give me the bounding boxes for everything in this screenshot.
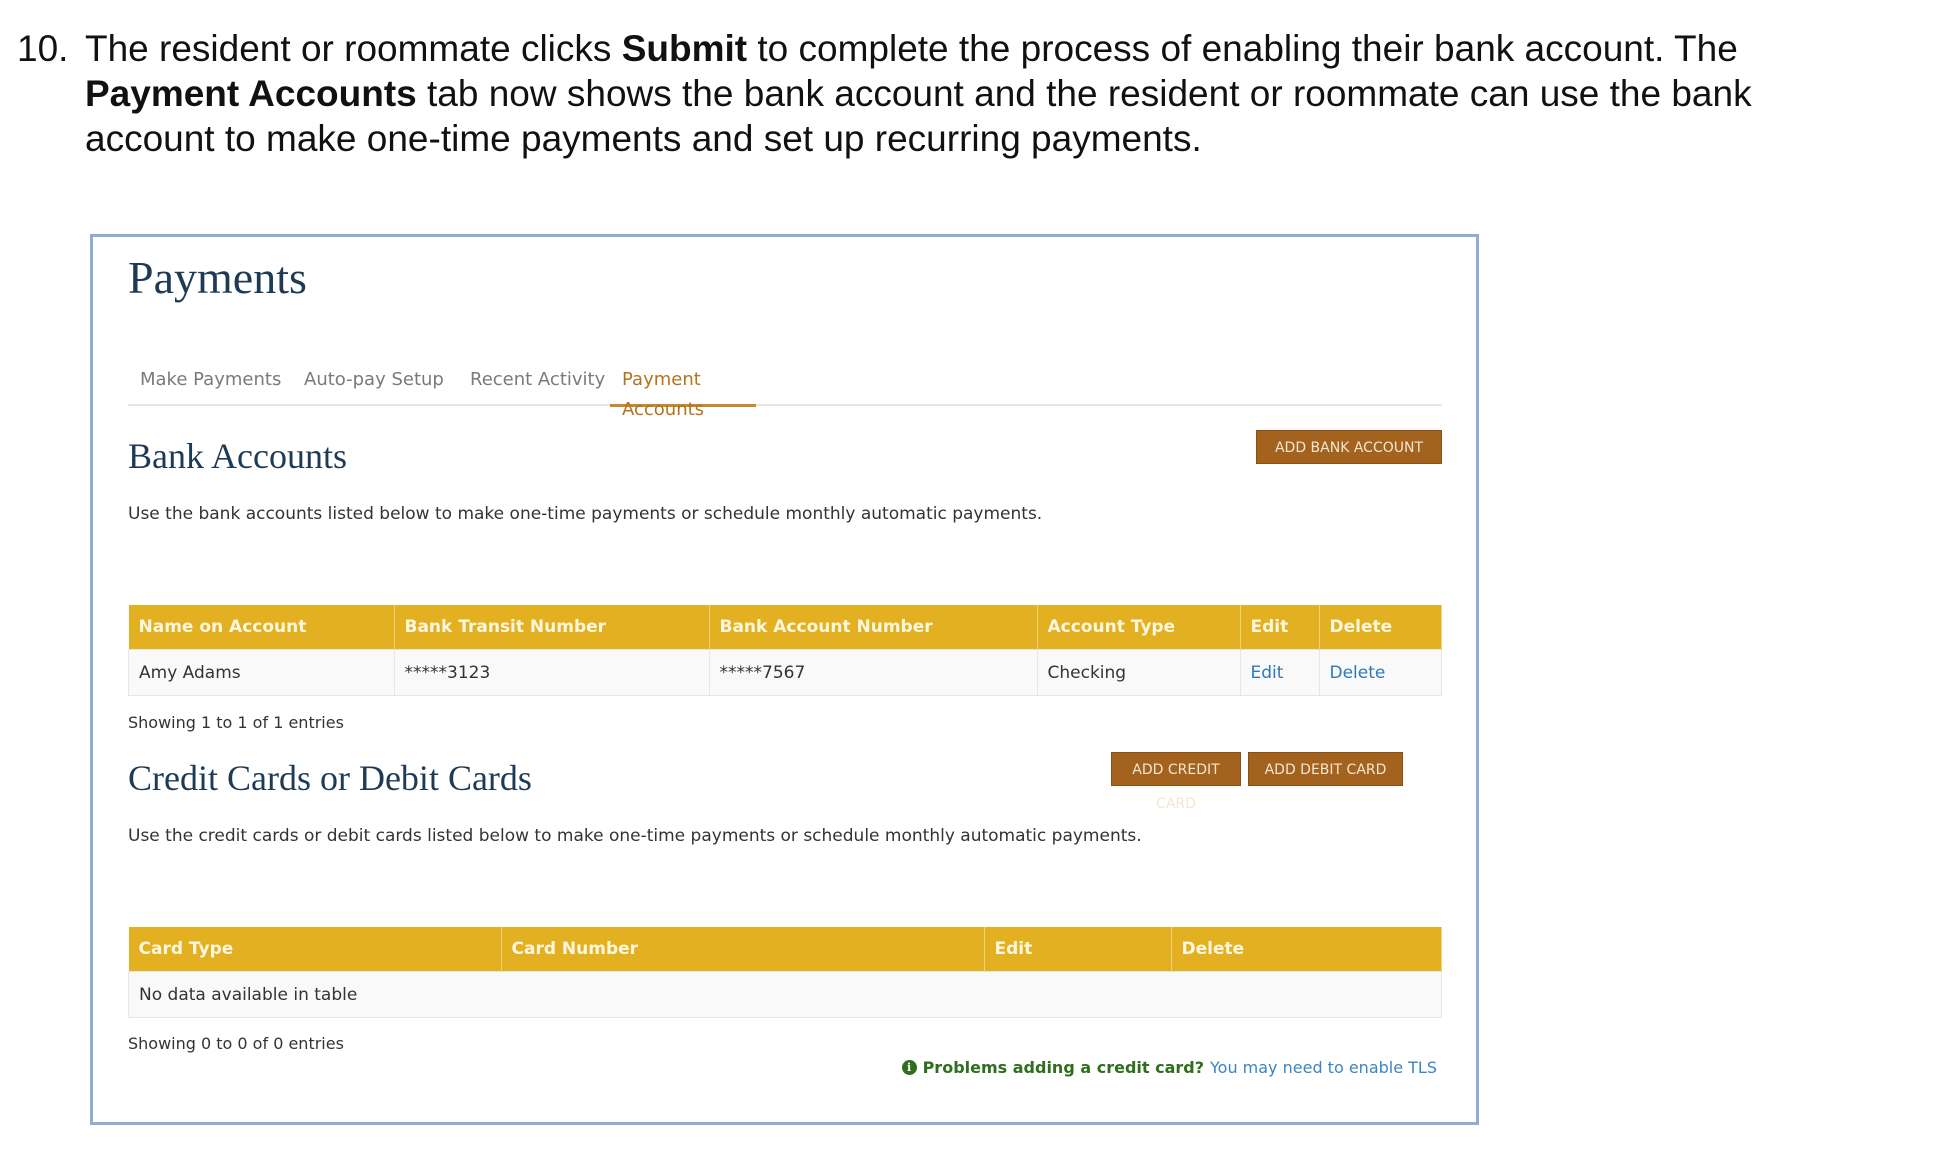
tab-recent-activity[interactable]: Recent Activity [458, 365, 617, 404]
add-debit-card-button[interactable]: ADD DEBIT CARD [1248, 752, 1403, 786]
step-text-part: The resident or roommate clicks [85, 28, 622, 69]
column-header: Edit [984, 927, 1172, 972]
empty-table-message: No data available in table [128, 971, 1442, 1018]
column-header[interactable]: Account Type [1037, 605, 1241, 650]
column-header: Delete [1319, 605, 1442, 650]
delete-bank-account-link[interactable]: Delete [1318, 649, 1442, 696]
instruction-step: 10. The resident or roommate clicks Subm… [17, 26, 1917, 161]
tab-make-payments[interactable]: Make Payments [128, 365, 293, 404]
payments-tabs: Make Payments Auto-pay Setup Recent Acti… [128, 365, 1442, 420]
table-header-row: Name on Account Bank Transit Number Bank… [128, 605, 1442, 650]
tls-notice: i Problems adding a credit card? You may… [901, 1058, 1437, 1077]
info-icon: i [901, 1060, 917, 1075]
cards-title: Credit Cards or Debit Cards [128, 758, 532, 798]
cards-description: Use the credit cards or debit cards list… [128, 826, 1142, 846]
edit-bank-account-link[interactable]: Edit [1239, 649, 1320, 696]
column-header[interactable]: Card Number [501, 927, 985, 972]
column-header[interactable]: Card Type [128, 927, 502, 972]
column-header[interactable]: Bank Account Number [709, 605, 1038, 650]
tab-payment-accounts[interactable]: Payment Accounts [610, 365, 756, 420]
column-header: Edit [1240, 605, 1320, 650]
transit-number-cell: *****3123 [393, 649, 710, 696]
step-number: 10. [17, 28, 69, 69]
column-header: Delete [1171, 927, 1442, 972]
account-number-cell: *****7567 [708, 649, 1038, 696]
add-bank-account-button[interactable]: ADD BANK ACCOUNT [1256, 430, 1442, 464]
add-credit-card-button[interactable]: ADD CREDIT CARD [1111, 752, 1241, 812]
column-header[interactable]: Name on Account [128, 605, 395, 650]
bank-accounts-table: Name on Account Bank Transit Number Bank… [128, 605, 1442, 696]
bank-accounts-count: Showing 1 to 1 of 1 entries [128, 713, 344, 732]
cards-count: Showing 0 to 0 of 0 entries [128, 1034, 344, 1053]
cards-table: Card Type Card Number Edit Delete No dat… [128, 927, 1442, 1018]
account-type-cell: Checking [1036, 649, 1241, 696]
step-text: The resident or roommate clicks Submit t… [85, 26, 1885, 161]
tab-auto-pay-setup[interactable]: Auto-pay Setup [292, 365, 456, 404]
enable-tls-link[interactable]: You may need to enable TLS [1210, 1058, 1437, 1077]
payments-screenshot-frame: Payments Make Payments Auto-pay Setup Re… [90, 234, 1479, 1125]
payment-accounts-term: Payment Accounts [85, 73, 417, 114]
bank-accounts-description: Use the bank accounts listed below to ma… [128, 504, 1043, 524]
submit-term: Submit [621, 28, 748, 69]
bank-accounts-title: Bank Accounts [128, 436, 347, 476]
table-row: No data available in table [128, 971, 1442, 1018]
page-title: Payments [128, 252, 307, 303]
table-header-row: Card Type Card Number Edit Delete [128, 927, 1442, 972]
problems-question: Problems adding a credit card? [922, 1058, 1204, 1077]
step-text-part: to complete the process of enabling thei… [747, 28, 1738, 69]
name-on-account-cell: Amy Adams [128, 649, 395, 696]
table-row: Amy Adams *****3123 *****7567 Checking E… [128, 649, 1442, 696]
column-header[interactable]: Bank Transit Number [394, 605, 710, 650]
